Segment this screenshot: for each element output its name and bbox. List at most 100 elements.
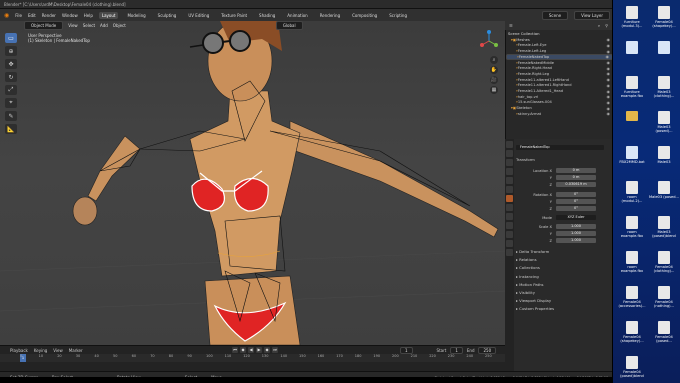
filter-icon[interactable]: ⚲: [605, 23, 608, 28]
desktop-icon[interactable]: Female04 (clothing)...: [649, 251, 679, 273]
desktop-icon[interactable]: Female04 (nothing)...: [649, 286, 679, 308]
cursor-tool-icon[interactable]: ⊕: [5, 46, 17, 56]
location-z-field[interactable]: 0.030619 m: [556, 182, 596, 187]
start-frame-field[interactable]: 1: [450, 347, 463, 354]
desktop-icon[interactable]: FBX2MMD.bat: [617, 146, 647, 164]
rotation-z-field[interactable]: 0°: [556, 206, 596, 211]
menu-timeline-view[interactable]: View: [53, 348, 63, 353]
scene-selector[interactable]: Scene: [541, 11, 569, 20]
visibility-eye-icon[interactable]: ◉: [607, 94, 611, 99]
location-x-field[interactable]: 0 m: [556, 168, 596, 173]
rotation-y-field[interactable]: 0°: [556, 199, 596, 204]
menu-object[interactable]: Object: [113, 23, 126, 28]
jump-start-icon[interactable]: ⏮: [232, 347, 238, 353]
menu-add[interactable]: Add: [100, 23, 108, 28]
visibility-eye-icon[interactable]: ◉: [607, 71, 611, 76]
pan-hand-icon[interactable]: ✋: [490, 66, 498, 74]
visibility-eye-icon[interactable]: ◉: [606, 54, 610, 59]
desktop-icon[interactable]: room example.fbx: [617, 216, 647, 238]
visibility-eye-icon[interactable]: ◉: [607, 49, 611, 54]
tab-rendering[interactable]: Rendering: [317, 12, 343, 19]
menu-edit[interactable]: Edit: [28, 13, 36, 18]
mode-selector[interactable]: Object Mode: [24, 20, 64, 30]
visibility-eye-icon[interactable]: ◉: [607, 100, 611, 105]
tab-uv-editing[interactable]: UV Editing: [185, 12, 212, 19]
prev-key-icon[interactable]: ◆: [240, 347, 246, 353]
tab-modeling[interactable]: Modeling: [124, 12, 148, 19]
panel-section[interactable]: ▸ Collections: [516, 265, 540, 270]
object-name-field[interactable]: FemaleNakedTop: [516, 145, 604, 150]
view-layer-selector[interactable]: View Layer: [574, 11, 610, 20]
menu-help[interactable]: Help: [84, 13, 93, 18]
world-tab-icon[interactable]: [506, 186, 513, 193]
desktop-icon[interactable]: Male03 (posed)...: [649, 111, 679, 133]
tab-texture-paint[interactable]: Texture Paint: [218, 12, 250, 19]
data-tab-icon[interactable]: [506, 240, 513, 247]
visibility-eye-icon[interactable]: ◉: [607, 66, 611, 71]
scale-tool-icon[interactable]: ⤢: [5, 85, 17, 95]
tab-animation[interactable]: Animation: [284, 12, 310, 19]
visibility-eye-icon[interactable]: ◉: [607, 37, 611, 42]
tab-layout[interactable]: Layout: [98, 11, 119, 19]
menu-keying[interactable]: Keying: [34, 348, 47, 353]
object-tab-icon[interactable]: [506, 195, 513, 202]
visibility-eye-icon[interactable]: ◉: [607, 43, 611, 48]
tab-shading[interactable]: Shading: [256, 12, 278, 19]
scale-y-field[interactable]: 1.000: [556, 231, 596, 236]
next-key-icon[interactable]: ◆: [264, 347, 270, 353]
material-tab-icon[interactable]: [506, 249, 513, 256]
visibility-eye-icon[interactable]: ◉: [607, 111, 611, 116]
measure-tool-icon[interactable]: 📐: [5, 124, 17, 134]
panel-section[interactable]: ▸ Instancing: [516, 274, 539, 279]
desktop-icon[interactable]: Male03 (clothing)...: [649, 76, 679, 98]
timeline-ruler[interactable]: 1 0 10 20 30 40 50 60 70 80 90 100 110 120 130 140 150 1…: [0, 354, 505, 362]
play-reverse-icon[interactable]: ◀: [248, 347, 254, 353]
panel-section[interactable]: ▸ Custom Properties: [516, 306, 554, 311]
outliner-row[interactable]: ▿ skinny.Armat ◉: [506, 111, 613, 117]
physics-tab-icon[interactable]: [506, 222, 513, 229]
visibility-eye-icon[interactable]: ◉: [607, 89, 611, 94]
rotation-x-field[interactable]: 0°: [556, 192, 596, 197]
scale-z-field[interactable]: 1.000: [556, 238, 596, 243]
desktop-icon[interactable]: [649, 41, 679, 55]
zoom-icon[interactable]: ⌕: [490, 56, 498, 64]
current-frame-field[interactable]: 1: [400, 347, 413, 354]
tool-tab-icon[interactable]: [506, 141, 513, 148]
desktop-icon[interactable]: room (modul.2)...: [617, 181, 647, 203]
panel-section[interactable]: ▸ Delta Transform: [516, 249, 549, 254]
desktop-icon[interactable]: Female04 (shapekey)...: [617, 321, 647, 343]
move-tool-icon[interactable]: ✥: [5, 59, 17, 69]
visibility-eye-icon[interactable]: ◉: [607, 106, 611, 111]
output-tab-icon[interactable]: [506, 159, 513, 166]
panel-section[interactable]: ▸ Motion Paths: [516, 282, 544, 287]
desktop-icon[interactable]: Male03 (posed...: [649, 181, 679, 199]
menu-window[interactable]: Window: [62, 13, 78, 18]
particles-tab-icon[interactable]: [506, 213, 513, 220]
menu-file[interactable]: File: [15, 13, 22, 18]
desktop-icon[interactable]: [617, 111, 647, 122]
play-icon[interactable]: ▶: [256, 347, 262, 353]
desktop-icon[interactable]: furniture (modul.3)...: [617, 6, 647, 28]
navigation-gizmo-icon[interactable]: [478, 30, 500, 52]
view-layer-tab-icon[interactable]: [506, 168, 513, 175]
tab-scripting[interactable]: Scripting: [386, 12, 410, 19]
scale-x-field[interactable]: 1.000: [556, 224, 596, 229]
panel-section[interactable]: ▸ Viewport Display: [516, 298, 551, 303]
outliner-panel[interactable]: ▾▣ Meshes ◉ ▿ Female.Left.Eye ◉ ▿ Female.Lef…: [505, 21, 613, 139]
render-tab-icon[interactable]: [506, 150, 513, 157]
panel-section[interactable]: ▸ Relations: [516, 257, 537, 262]
menu-playback[interactable]: Playback: [10, 348, 28, 353]
select-tool-icon[interactable]: ▭: [5, 33, 17, 43]
modifier-tab-icon[interactable]: [506, 204, 513, 211]
blender-logo-icon[interactable]: ◉: [4, 12, 9, 19]
menu-render[interactable]: Render: [42, 13, 56, 18]
desktop-icon[interactable]: furniture example.fbx: [617, 76, 647, 98]
tab-sculpting[interactable]: Sculpting: [155, 12, 180, 19]
annotate-tool-icon[interactable]: ✎: [5, 111, 17, 121]
menu-marker[interactable]: Marker: [69, 348, 83, 353]
rotation-mode-select[interactable]: XYZ Euler: [556, 215, 596, 220]
scene-tab-icon[interactable]: [506, 177, 513, 184]
desktop-icon[interactable]: Male03 (posed)blend: [649, 216, 679, 238]
camera-view-icon[interactable]: 🎥: [490, 76, 498, 84]
menu-view[interactable]: View: [68, 23, 78, 28]
